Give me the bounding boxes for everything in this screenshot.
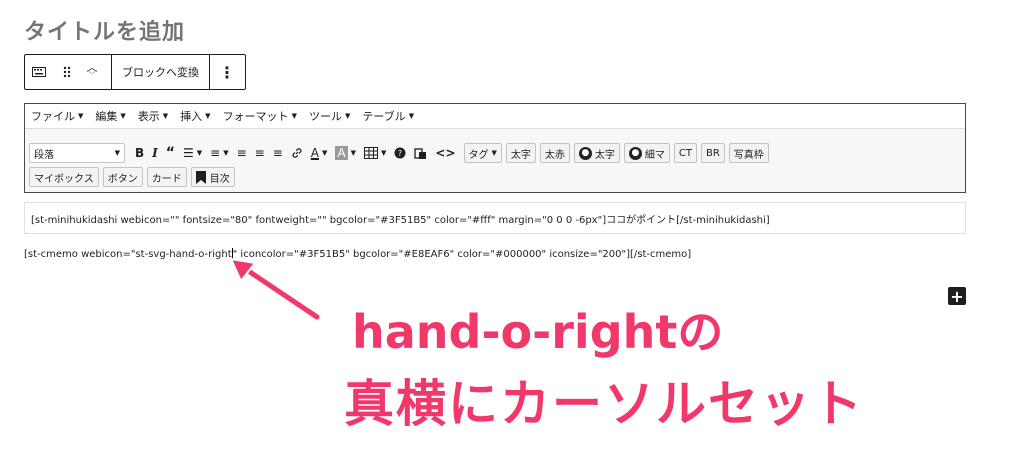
avatar-thin-button[interactable]: ● 細マ <box>623 143 670 163</box>
toc-button[interactable]: 目次 <box>190 167 235 187</box>
keyboard-icon[interactable] <box>25 55 53 89</box>
bookmark-icon <box>195 170 206 184</box>
chevron-down-icon: ▼ <box>408 112 415 120</box>
avatar-icon: ● <box>578 146 592 160</box>
bullet-list-icon[interactable]: ☰ ▼ <box>183 146 202 160</box>
my-box-button[interactable]: マイボックス <box>29 167 99 187</box>
menu-table[interactable]: テーブル ▼ <box>362 108 414 124</box>
format-select[interactable]: 段落 ▼ <box>29 143 125 163</box>
italic-icon[interactable]: I <box>152 146 158 160</box>
paste-icon[interactable] <box>414 147 427 160</box>
avatar-button-label: 太字 <box>594 149 615 161</box>
block-toolbar: ︿ ﹀ ブロックへ変換 ⋮ <box>24 54 246 90</box>
block-movers: ︿ ﹀ <box>81 62 103 81</box>
menu-view[interactable]: 表示 ▼ <box>138 108 168 124</box>
svg-text:?: ? <box>398 149 402 158</box>
drag-handle-icon[interactable] <box>53 55 81 89</box>
shortcode-text-before-cursor: [st-cmemo webicon="st-svg-hand-o-right <box>24 249 232 260</box>
photo-frame-button[interactable]: 写真枠 <box>728 143 769 163</box>
classic-editor: ファイル ▼ 編集 ▼ 表示 ▼ 挿入 ▼ フォーマット ▼ ツール ▼ テーブル ▼ 段落 … <box>24 103 966 193</box>
menu-label: 表示 <box>137 110 160 123</box>
numbered-list-icon[interactable]: ≡ ▼ <box>210 146 228 160</box>
card-button[interactable]: カード <box>146 167 187 187</box>
quick-bold-red-button[interactable]: 太赤 <box>539 143 570 163</box>
block-toolbar-group: ︿ ﹀ <box>25 55 103 89</box>
chevron-down-icon: ▼ <box>78 112 84 120</box>
link-icon[interactable] <box>291 147 303 159</box>
more-options-button[interactable]: ⋮ <box>210 55 244 89</box>
table-icon[interactable]: ▼ <box>364 147 386 159</box>
annotation-line-1: hand-o-rightの <box>352 305 724 359</box>
menu-insert[interactable]: 挿入 ▼ <box>180 108 210 124</box>
chevron-down-icon: ▼ <box>120 112 126 120</box>
annotation-line-2: 真横にカーソルセット <box>344 375 864 433</box>
quick-bold-button[interactable]: 太字 <box>505 143 536 163</box>
background-color-icon[interactable]: A ▼ <box>335 146 356 160</box>
menu-label: 編集 <box>95 110 118 123</box>
menu-label: ツール <box>308 110 342 123</box>
chevron-down-icon: ▼ <box>114 149 120 157</box>
code-icon[interactable]: <> <box>435 146 455 160</box>
menu-label: テーブル <box>362 110 406 123</box>
shortcode-block[interactable]: [st-minihukidashi webicon="" fontsize="8… <box>24 202 966 234</box>
avatar-bold-button[interactable]: ● 太字 <box>573 143 620 163</box>
avatar-icon: ● <box>628 146 642 160</box>
page-title[interactable]: タイトルを追加 <box>24 14 185 46</box>
plus-icon[interactable]: + <box>948 287 966 306</box>
align-center-icon[interactable]: ≡ <box>255 146 265 160</box>
editor-toolbar-row-1: 段落 ▼ B I “ ☰ ▼ ≡ ▼ ≡ ≡ ≡ A ▼ A ▼ ▼ ? <> タグ ▼ … <box>25 141 965 165</box>
chevron-down-icon: ▼ <box>291 112 297 120</box>
align-right-icon[interactable]: ≡ <box>273 146 283 160</box>
move-down-icon[interactable]: ﹀ <box>87 70 98 81</box>
chevron-down-icon: ▼ <box>162 112 169 120</box>
menu-label: 挿入 <box>180 110 203 123</box>
avatar-button-label: 細マ <box>644 149 665 161</box>
menu-file[interactable]: ファイル ▼ <box>31 108 83 124</box>
arrow-icon <box>229 257 322 322</box>
shortcode-paragraph[interactable]: [st-cmemo webicon="st-svg-hand-o-right" … <box>24 248 691 260</box>
transform-to-block-button[interactable]: ブロックへ変換 <box>112 55 209 89</box>
tag-dropdown[interactable]: タグ ▼ <box>463 143 502 163</box>
align-left-icon[interactable]: ≡ <box>237 146 247 160</box>
menu-edit[interactable]: 編集 ▼ <box>95 108 125 124</box>
menu-tools[interactable]: ツール ▼ <box>309 108 350 124</box>
editor-menubar: ファイル ▼ 編集 ▼ 表示 ▼ 挿入 ▼ フォーマット ▼ ツール ▼ テーブル ▼ <box>25 104 965 129</box>
ct-button[interactable]: CT <box>673 143 697 163</box>
menu-label: ファイル <box>31 110 75 123</box>
chevron-down-icon: ▼ <box>344 112 351 120</box>
text-color-icon[interactable]: A ▼ <box>311 146 328 160</box>
help-icon[interactable]: ? <box>394 147 406 159</box>
tag-label: タグ <box>468 149 489 161</box>
menu-format[interactable]: フォーマット ▼ <box>223 108 297 124</box>
shortcode-text: [st-minihukidashi webicon="" fontsize="8… <box>31 214 770 226</box>
format-select-value: 段落 <box>34 149 54 161</box>
button-button[interactable]: ボタン <box>102 167 143 187</box>
editor-toolbar-row-2: マイボックス ボタン カード 目次 <box>25 165 965 189</box>
menu-label: フォーマット <box>222 110 289 123</box>
chevron-down-icon: ▼ <box>205 112 211 120</box>
bold-icon[interactable]: B <box>135 146 144 160</box>
toc-label: 目次 <box>209 173 230 185</box>
blockquote-icon[interactable]: “ <box>166 145 175 161</box>
br-button[interactable]: BR <box>700 143 725 163</box>
